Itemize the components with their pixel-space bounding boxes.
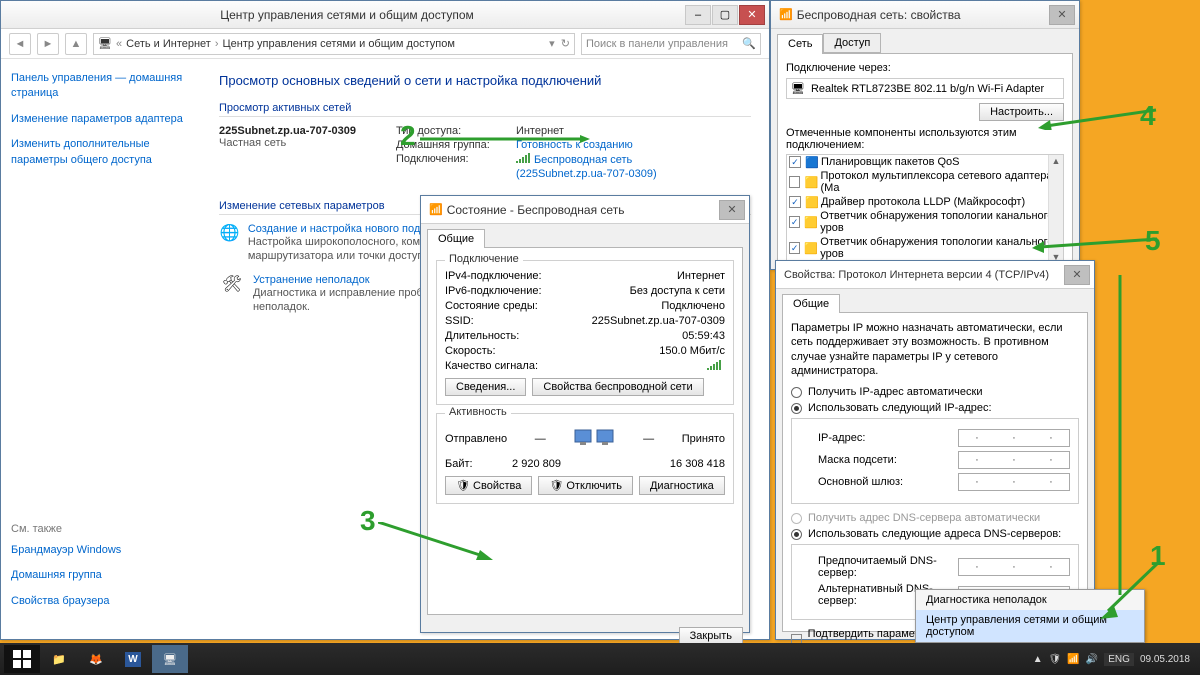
radio-manual-ip[interactable]: Использовать следующий IP-адрес: bbox=[791, 402, 1079, 414]
tab-general[interactable]: Общие bbox=[427, 229, 485, 248]
search-input[interactable]: Поиск в панели управления 🔍 bbox=[581, 33, 761, 55]
sidebar-link-homegroup[interactable]: Домашняя группа bbox=[11, 568, 191, 583]
tray-context-menu: Диагностика неполадок Центр управления с… bbox=[915, 589, 1145, 643]
close-button[interactable]: ✕ bbox=[1064, 265, 1090, 285]
taskbar-control-panel[interactable]: 🖥 bbox=[152, 645, 188, 673]
mux-icon: 🟨 bbox=[804, 176, 816, 188]
titlebar: Свойства: Протокол Интернета версии 4 (T… bbox=[776, 261, 1094, 289]
sidebar-link-browser[interactable]: Свойства браузера bbox=[11, 594, 191, 609]
sidebar-link-sharing[interactable]: Изменить дополнительные параметры общего… bbox=[11, 137, 191, 168]
adapter-device: 🖥 Realtek RTL8723BE 802.11 b/g/n Wi-Fi A… bbox=[786, 78, 1064, 99]
lldp-icon: 🟨 bbox=[805, 196, 817, 208]
details-button[interactable]: Сведения... bbox=[445, 378, 526, 396]
sidebar-link-home[interactable]: Панель управления — домашняя страница bbox=[11, 71, 191, 102]
bytes-received: 16 308 418 bbox=[670, 458, 725, 470]
taskbar-firefox[interactable]: 🦊 bbox=[78, 645, 114, 673]
page-title: Просмотр основных сведений о сети и наст… bbox=[219, 73, 751, 88]
tray-language[interactable]: ENG bbox=[1104, 653, 1134, 666]
lltd1-icon: 🟨 bbox=[804, 216, 816, 228]
diagnostics-button[interactable]: Диагностика bbox=[639, 476, 725, 495]
computer-icon: 🖥 bbox=[98, 37, 112, 51]
start-button[interactable] bbox=[4, 645, 40, 673]
qos-icon: 🟦 bbox=[805, 156, 817, 168]
annotation-5: 5 bbox=[1145, 225, 1161, 257]
properties-button[interactable]: 🛡 Свойства bbox=[445, 476, 532, 495]
tab-general[interactable]: Общие bbox=[782, 294, 840, 313]
signal-icon: 📶 bbox=[429, 203, 443, 216]
taskbar-word[interactable]: W bbox=[115, 645, 151, 673]
tray-volume-icon[interactable]: 🔊 bbox=[1086, 654, 1098, 665]
titlebar: 📶 Беспроводная сеть: свойства ✕ bbox=[771, 1, 1079, 29]
homegroup-link[interactable]: Готовность к созданию bbox=[516, 139, 633, 151]
shield-icon: 🛡 bbox=[549, 480, 563, 492]
network-name: 225Subnet.zp.ua-707-0309 bbox=[219, 125, 356, 137]
lltd2-icon: 🟨 bbox=[804, 242, 816, 254]
see-also-caption: См. также bbox=[11, 523, 191, 535]
scrollbar[interactable]: ▲▼ bbox=[1048, 155, 1063, 263]
close-button[interactable]: ✕ bbox=[739, 5, 765, 25]
activity-icon bbox=[573, 424, 615, 454]
gateway-input[interactable]: ··· bbox=[958, 473, 1070, 491]
system-tray: ▲ 🛡 📶 🔊 ENG 09.05.2018 bbox=[1033, 653, 1196, 666]
window-title: Центр управления сетями и общим доступом bbox=[9, 8, 685, 22]
close-button[interactable]: ✕ bbox=[1049, 5, 1075, 25]
ip-address-input[interactable]: ··· bbox=[958, 429, 1070, 447]
forward-button[interactable]: ► bbox=[37, 33, 59, 55]
dns1-input[interactable]: ··· bbox=[958, 558, 1070, 576]
task-troubleshoot[interactable]: Устранение неполадок bbox=[253, 274, 370, 286]
adapter-properties-window: 📶 Беспроводная сеть: свойства ✕ Сеть Дос… bbox=[770, 0, 1080, 270]
signal-quality-icon bbox=[707, 360, 721, 370]
address-bar: ◄ ► ▲ 🖥 « Сеть и Интернет › Центр управл… bbox=[1, 29, 769, 59]
minimize-button[interactable]: – bbox=[685, 5, 711, 25]
ipv4-properties-window: Свойства: Протокол Интернета версии 4 (T… bbox=[775, 260, 1095, 640]
new-connection-icon: 🌐 bbox=[219, 223, 240, 243]
tray-shield-icon[interactable]: 🛡 bbox=[1049, 654, 1062, 665]
radio-auto-ip[interactable]: Получить IP-адрес автоматически bbox=[791, 386, 1079, 398]
breadcrumb[interactable]: 🖥 « Сеть и Интернет › Центр управления с… bbox=[93, 33, 575, 55]
active-networks-caption: Просмотр активных сетей bbox=[219, 102, 751, 117]
sidebar-link-firewall[interactable]: Брандмауэр Windows bbox=[11, 543, 191, 558]
menu-item-network-center[interactable]: Центр управления сетями и общим доступом bbox=[916, 610, 1144, 642]
troubleshoot-icon: 🛠 bbox=[219, 274, 245, 294]
close-button[interactable]: ✕ bbox=[719, 200, 745, 220]
search-icon: 🔍 bbox=[742, 37, 756, 50]
titlebar: 📶 Состояние - Беспроводная сеть ✕ bbox=[421, 196, 749, 224]
annotation-4: 4 bbox=[1140, 100, 1156, 132]
taskbar-explorer[interactable]: 📁 bbox=[41, 645, 77, 673]
tray-clock[interactable]: 09.05.2018 bbox=[1140, 654, 1190, 665]
taskbar: 📁 🦊 W 🖥 ▲ 🛡 📶 🔊 ENG 09.05.2018 bbox=[0, 643, 1200, 675]
adapter-icon: 🖥 bbox=[791, 82, 805, 95]
disable-button[interactable]: 🛡 Отключить bbox=[538, 476, 633, 495]
bytes-sent: 2 920 809 bbox=[512, 458, 561, 470]
radio-manual-dns[interactable]: Использовать следующие адреса DNS-сервер… bbox=[791, 528, 1079, 540]
tab-network[interactable]: Сеть bbox=[777, 34, 823, 54]
network-type: Частная сеть bbox=[219, 137, 356, 149]
up-button[interactable]: ▲ bbox=[65, 33, 87, 55]
connection-link[interactable]: Беспроводная сеть bbox=[516, 153, 632, 166]
wifi-icon: 📶 bbox=[779, 8, 793, 21]
back-button[interactable]: ◄ bbox=[9, 33, 31, 55]
maximize-button[interactable]: ▢ bbox=[712, 5, 738, 25]
titlebar: Центр управления сетями и общим доступом… bbox=[1, 1, 769, 29]
tray-up-icon[interactable]: ▲ bbox=[1033, 654, 1043, 665]
radio-auto-dns: Получить адрес DNS-сервера автоматически bbox=[791, 512, 1079, 524]
connection-status-window: 📶 Состояние - Беспроводная сеть ✕ Общие … bbox=[420, 195, 750, 633]
sidebar: Панель управления — домашняя страница Из… bbox=[1, 59, 201, 639]
sidebar-link-adapter[interactable]: Изменение параметров адаптера bbox=[11, 112, 191, 127]
shield-icon: 🛡 bbox=[456, 480, 470, 492]
menu-item-diagnostics[interactable]: Диагностика неполадок bbox=[916, 590, 1144, 610]
signal-icon bbox=[516, 153, 530, 163]
annotation-1: 1 bbox=[1150, 540, 1166, 572]
wireless-props-button[interactable]: Свойства беспроводной сети bbox=[532, 378, 703, 396]
tab-access[interactable]: Доступ bbox=[823, 33, 881, 53]
component-list[interactable]: ✓🟦Планировщик пакетов QoS 🟨Протокол муль… bbox=[786, 154, 1064, 264]
configure-button[interactable]: Настроить... bbox=[979, 103, 1064, 121]
tray-network-icon[interactable]: 📶 bbox=[1067, 654, 1079, 665]
subnet-mask-input[interactable]: ··· bbox=[958, 451, 1070, 469]
